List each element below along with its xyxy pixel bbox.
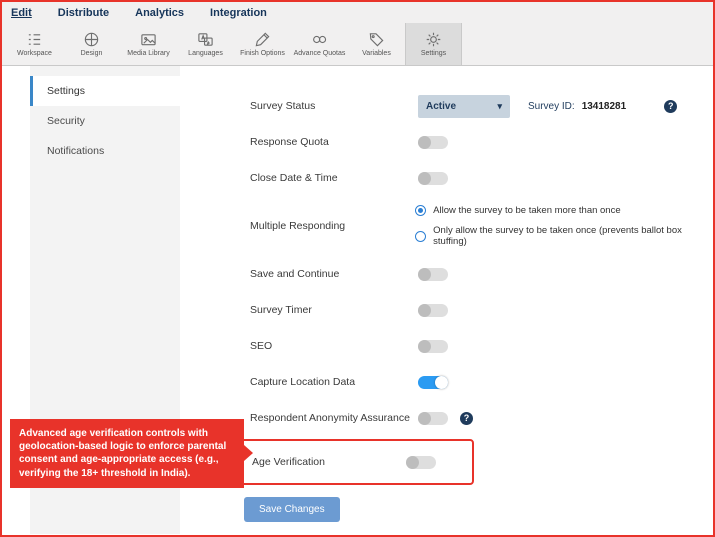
radio-option-only-once[interactable]: Only allow the survey to be taken once (… — [415, 225, 713, 247]
toggle-knob — [418, 171, 431, 185]
seo-label: SEO — [250, 340, 273, 352]
settings-panel: Survey Status Active ▾ Survey ID: 134182… — [180, 66, 713, 534]
menu-item-distribute[interactable]: Distribute — [58, 7, 109, 19]
save-continue-toggle[interactable] — [418, 267, 448, 281]
save-changes-button[interactable]: Save Changes — [244, 497, 340, 522]
toggle-knob — [418, 135, 431, 149]
respondent-anonymity-toggle[interactable] — [418, 411, 448, 425]
advance-quotas-icon — [313, 35, 327, 44]
capture-location-row: Capture Location Data — [250, 364, 713, 400]
sidebar-item-settings[interactable]: Settings — [30, 76, 180, 106]
variables-icon — [369, 33, 384, 47]
toggle-knob — [418, 303, 431, 317]
chevron-down-icon: ▾ — [497, 100, 502, 111]
capture-location-label: Capture Location Data — [250, 376, 356, 388]
radio-unselected-icon[interactable] — [415, 230, 427, 242]
toolbar-item-settings[interactable]: Settings — [405, 23, 462, 65]
media-library-icon — [141, 34, 156, 46]
response-quota-toggle[interactable] — [418, 135, 448, 149]
multiple-responding-label: Multiple Responding — [250, 220, 346, 232]
menu-item-edit[interactable]: Edit — [11, 7, 32, 19]
response-quota-row: Response Quota — [250, 124, 713, 160]
close-date-row: Close Date & Time — [250, 160, 713, 196]
annotation-text: Advanced age verification controls with … — [19, 428, 227, 479]
age-verification-highlight-box: Age Verification — [236, 439, 474, 485]
app-window: Edit Distribute Analytics Integration Wo… — [0, 0, 715, 537]
survey-id-help-icon[interactable]: ? — [664, 99, 678, 113]
toolbar-item-variables[interactable]: Variables — [348, 23, 405, 65]
settings-gear-icon — [426, 32, 441, 47]
toolbar-item-finish-options[interactable]: Finish Options — [234, 23, 291, 65]
save-continue-label: Save and Continue — [250, 268, 340, 280]
radio-option-more-than-once[interactable]: Allow the survey to be taken more than o… — [415, 205, 713, 216]
close-date-toggle[interactable] — [418, 171, 448, 185]
multiple-responding-options: Allow the survey to be taken more than o… — [415, 205, 713, 247]
menu-item-integration[interactable]: Integration — [210, 7, 267, 19]
age-verification-toggle[interactable] — [406, 455, 436, 469]
response-quota-label: Response Quota — [250, 136, 329, 148]
respondent-anonymity-help-icon[interactable]: ? — [460, 411, 473, 425]
seo-row: SEO — [250, 328, 713, 364]
toggle-knob — [418, 267, 431, 281]
survey-status-dropdown[interactable]: Active ▾ — [418, 94, 510, 118]
capture-location-toggle[interactable] — [418, 375, 448, 389]
survey-status-row: Survey Status Active ▾ Survey ID: 134182… — [250, 88, 713, 124]
survey-id-value: 13418281 — [581, 100, 627, 112]
save-continue-row: Save and Continue — [250, 256, 713, 292]
sidebar-item-security[interactable]: Security — [30, 106, 180, 136]
respondent-anonymity-row: Respondent Anonymity Assurance ? — [250, 400, 713, 436]
toolbar-item-advance-quotas[interactable]: Advance Quotas — [291, 23, 348, 65]
close-date-label: Close Date & Time — [250, 172, 338, 184]
survey-status-label: Survey Status — [250, 100, 316, 112]
menu-item-analytics[interactable]: Analytics — [135, 7, 184, 19]
annotation-callout: Advanced age verification controls with … — [10, 419, 253, 488]
survey-timer-toggle[interactable] — [418, 303, 448, 317]
survey-timer-label: Survey Timer — [250, 304, 312, 316]
languages-icon — [198, 33, 213, 46]
toggle-knob — [418, 411, 431, 425]
toolbar-item-workspace[interactable]: Workspace — [6, 23, 63, 65]
respondent-anonymity-label: Respondent Anonymity Assurance — [250, 412, 410, 424]
age-verification-label: Age Verification — [252, 456, 325, 468]
edit-toolbar: Workspace Design Media Library Languages… — [2, 23, 713, 66]
design-icon — [84, 32, 99, 47]
survey-id-label: Survey ID: — [528, 100, 575, 112]
sidebar-item-notifications[interactable]: Notifications — [30, 136, 180, 166]
survey-timer-row: Survey Timer — [250, 292, 713, 328]
radio-selected-icon[interactable] — [415, 205, 427, 216]
toolbar-item-media-library[interactable]: Media Library — [120, 23, 177, 65]
toolbar-item-languages[interactable]: Languages — [177, 23, 234, 65]
toggle-knob — [435, 375, 448, 389]
seo-toggle[interactable] — [418, 339, 448, 353]
toggle-knob — [418, 339, 431, 353]
top-menubar: Edit Distribute Analytics Integration — [2, 2, 713, 23]
finish-options-icon — [255, 32, 270, 47]
toggle-knob — [406, 455, 419, 469]
survey-status-value: Active — [426, 100, 457, 112]
workspace-icon — [28, 34, 41, 45]
toolbar-item-design[interactable]: Design — [63, 23, 120, 65]
multiple-responding-row: Multiple Responding Allow the survey to … — [250, 196, 713, 256]
